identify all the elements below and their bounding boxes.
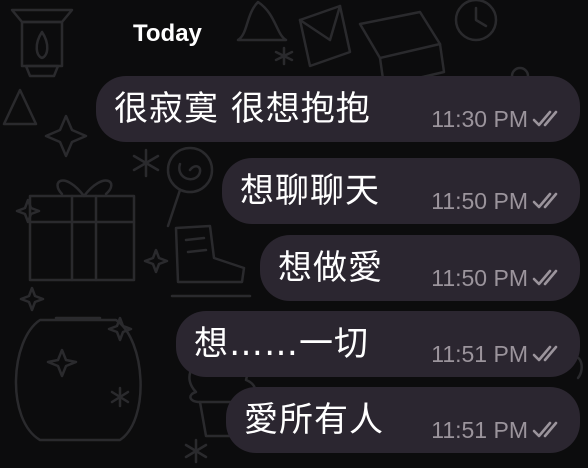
double-check-icon <box>532 192 558 209</box>
double-check-icon <box>532 345 558 362</box>
double-check-icon <box>532 421 558 438</box>
message-bubble[interactable]: 愛所有人 11:51 PM <box>226 387 580 453</box>
message-text: 愛所有人 <box>244 400 384 440</box>
tree-doodle <box>2 88 38 126</box>
message-meta: 11:30 PM <box>431 106 564 132</box>
message-meta: 11:51 PM <box>431 341 564 367</box>
message-time: 11:51 PM <box>431 341 528 367</box>
box-doodle <box>358 10 446 88</box>
message-meta: 11:50 PM <box>431 188 564 214</box>
message-text: 想……一切 <box>194 324 369 364</box>
message-bubble[interactable]: 想做愛 11:50 PM <box>260 235 580 301</box>
message-text: 想聊聊天 <box>240 171 380 211</box>
bell-doodle <box>236 0 288 42</box>
message-meta: 11:51 PM <box>431 417 564 443</box>
lantern-doodle <box>10 8 74 78</box>
message-text: 很寂寞 很想抱抱 <box>114 89 371 129</box>
message-meta: 11:50 PM <box>431 265 564 291</box>
skate-doodle <box>170 224 252 298</box>
envelope-doodle <box>298 4 352 68</box>
message-bubble[interactable]: 想……一切 11:51 PM <box>176 311 580 377</box>
message-time: 11:30 PM <box>431 106 528 132</box>
double-check-icon <box>532 269 558 286</box>
lollipop-doodle <box>166 146 214 228</box>
message-time: 11:50 PM <box>431 265 528 291</box>
day-separator: Today <box>133 20 202 47</box>
gift-doodle <box>28 179 136 282</box>
chat-view: Today 很寂寞 很想抱抱 11:30 PM 想聊聊天 11:50 PM 想做… <box>0 0 588 468</box>
message-time: 11:51 PM <box>431 417 528 443</box>
message-bubble[interactable]: 很寂寞 很想抱抱 11:30 PM <box>96 76 580 142</box>
double-check-icon <box>532 110 558 127</box>
sparkle-doodles <box>15 114 169 342</box>
message-text: 想做愛 <box>278 248 383 288</box>
message-bubble[interactable]: 想聊聊天 11:50 PM <box>222 158 580 224</box>
message-time: 11:50 PM <box>431 188 528 214</box>
clock-doodle <box>454 0 498 42</box>
